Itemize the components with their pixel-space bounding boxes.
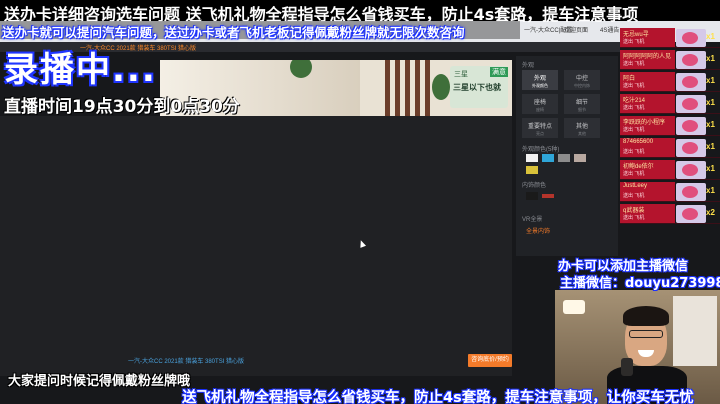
gift-sender: 初鲍de依尔 <box>623 164 654 170</box>
gift-sender: 李跃跃的小程序 <box>623 120 666 126</box>
option-exterior[interactable]: 外观 外观颜色 <box>522 70 558 90</box>
gift-sender: 阿阿阿阿阿的人见 <box>623 54 672 60</box>
glasses-icon <box>629 330 663 338</box>
option-other[interactable]: 其他 其他 <box>564 118 600 138</box>
gift-plane-icon <box>676 29 706 47</box>
gift-sender: 874665600 <box>623 139 654 145</box>
config-panel: 外观 外观 外观颜色 中控 中控内饰 座椅 座椅 细节 细节 重要特点 亮点 其他 其他 外… <box>516 56 618 256</box>
gift-desc: 送出 飞机 <box>623 105 645 111</box>
option-console[interactable]: 中控 中控内饰 <box>564 70 600 90</box>
option-features[interactable]: 重要特点 亮点 <box>522 118 558 138</box>
second-banner: 送办卡就可以提问汽车问题，送过办卡或者飞机老板记得佩戴粉丝牌就无限次数咨询 <box>0 21 520 40</box>
gift-sender: 无忌wu寻 <box>623 32 649 38</box>
gift-count: x1 <box>706 98 715 107</box>
gift-desc: 送出 飞机 <box>623 83 645 89</box>
color-swatch[interactable] <box>526 154 538 162</box>
gift-sender: JustLeey <box>623 183 648 189</box>
panel-section-title: 外观 <box>522 63 535 69</box>
gift-row: JustLeey 送出 飞机 x1 <box>620 182 720 202</box>
option-seats[interactable]: 座椅 座椅 <box>522 94 558 114</box>
browser-tab-welcome[interactable]: 欢迎页面 <box>560 23 592 39</box>
gift-desc: 送出 飞机 <box>623 39 645 45</box>
live-hours: 直播时间19点30分到0点30分 <box>4 97 240 117</box>
gift-count: x1 <box>706 142 715 151</box>
gift-row: q武器装 送出 飞机 x2 <box>620 204 720 224</box>
gift-row: 阿阿阿阿阿的人见 送出 飞机 x1 <box>620 50 720 70</box>
vr-interior-link[interactable]: 全景内饰 <box>526 226 550 235</box>
gift-sender: q武器装 <box>623 208 645 214</box>
gift-count: x1 <box>706 164 715 173</box>
interior-swatch[interactable] <box>542 194 554 198</box>
gift-plane-icon <box>676 117 706 135</box>
color-swatch[interactable] <box>558 154 570 162</box>
color-title: 外观颜色(5种) <box>522 147 560 153</box>
showroom-sign: 三星 满意 三星以下也就 <box>450 66 508 108</box>
interior-swatch[interactable] <box>526 192 538 200</box>
gift-desc: 送出 飞机 <box>623 171 645 177</box>
gift-count: x1 <box>706 32 715 41</box>
recording-label: 录播中... <box>4 50 157 90</box>
gift-row: 吃汁214 送出 飞机 x1 <box>620 94 720 114</box>
gift-desc: 送出 飞机 <box>623 149 645 155</box>
gift-list: 无忌wu寻 送出 飞机 x1 阿阿阿阿阿的人见 送出 飞机 x1 阿白 送出 飞机 x1 吃汁21… <box>620 28 720 226</box>
interior-title: 内饰颜色 <box>522 183 547 189</box>
gift-count: x1 <box>706 76 715 85</box>
wechat-id: 主播微信：douyu273998 <box>560 276 720 291</box>
gift-count: x2 <box>706 208 715 217</box>
gift-sender: 吃汁214 <box>623 98 646 104</box>
order-button[interactable]: 咨询底价/预约 <box>468 354 512 367</box>
gift-plane-icon <box>676 51 706 69</box>
gift-plane-icon <box>676 161 706 179</box>
gift-plane-icon <box>676 139 706 157</box>
bottom-scroll-text: 送飞机礼物全程指导怎么省钱买车，防止4s套路，提车注意事项，让你买车无忧 <box>182 390 694 404</box>
gift-row: 874665600 送出 飞机 x1 <box>620 138 720 158</box>
gift-desc: 送出 飞机 <box>623 193 645 199</box>
option-details[interactable]: 细节 细节 <box>564 94 600 114</box>
gift-count: x1 <box>706 186 715 195</box>
color-swatch[interactable] <box>526 166 538 174</box>
fan-badge-tip: 大家提问时候记得佩戴粉丝牌哦 <box>8 374 191 389</box>
gift-plane-icon <box>676 183 706 201</box>
gift-desc: 送出 飞机 <box>623 127 645 133</box>
gift-row: 初鲍de依尔 送出 飞机 x1 <box>620 160 720 180</box>
gift-plane-icon <box>676 73 706 91</box>
gift-desc: 送出 飞机 <box>623 215 645 221</box>
color-swatch[interactable] <box>574 154 586 162</box>
gift-row: 阿白 送出 飞机 x1 <box>620 72 720 92</box>
model-label: 一汽-大众CC 2021款 猎装车 380TSI 猎心版 <box>128 359 245 365</box>
vr-title: VR全景 <box>522 217 543 223</box>
car-viewer[interactable] <box>0 116 512 376</box>
gift-count: x1 <box>706 54 715 63</box>
plant-icon <box>432 74 450 100</box>
gift-plane-icon <box>676 205 706 223</box>
gift-desc: 送出 飞机 <box>623 61 645 67</box>
top-banner: 送办卡详细咨询选车问题 送飞机礼物全程指导怎么省钱买车，防止4s套路，提车注意事… <box>0 0 720 24</box>
ring-light-icon <box>563 300 585 314</box>
microphone-icon <box>621 358 633 376</box>
color-swatch[interactable] <box>542 154 554 162</box>
gift-sender: 阿白 <box>623 76 636 82</box>
gift-plane-icon <box>676 95 706 113</box>
gift-count: x1 <box>706 120 715 129</box>
gift-row: 无忌wu寻 送出 飞机 x1 <box>620 28 720 48</box>
gift-row: 李跃跃的小程序 送出 飞机 x1 <box>620 116 720 136</box>
